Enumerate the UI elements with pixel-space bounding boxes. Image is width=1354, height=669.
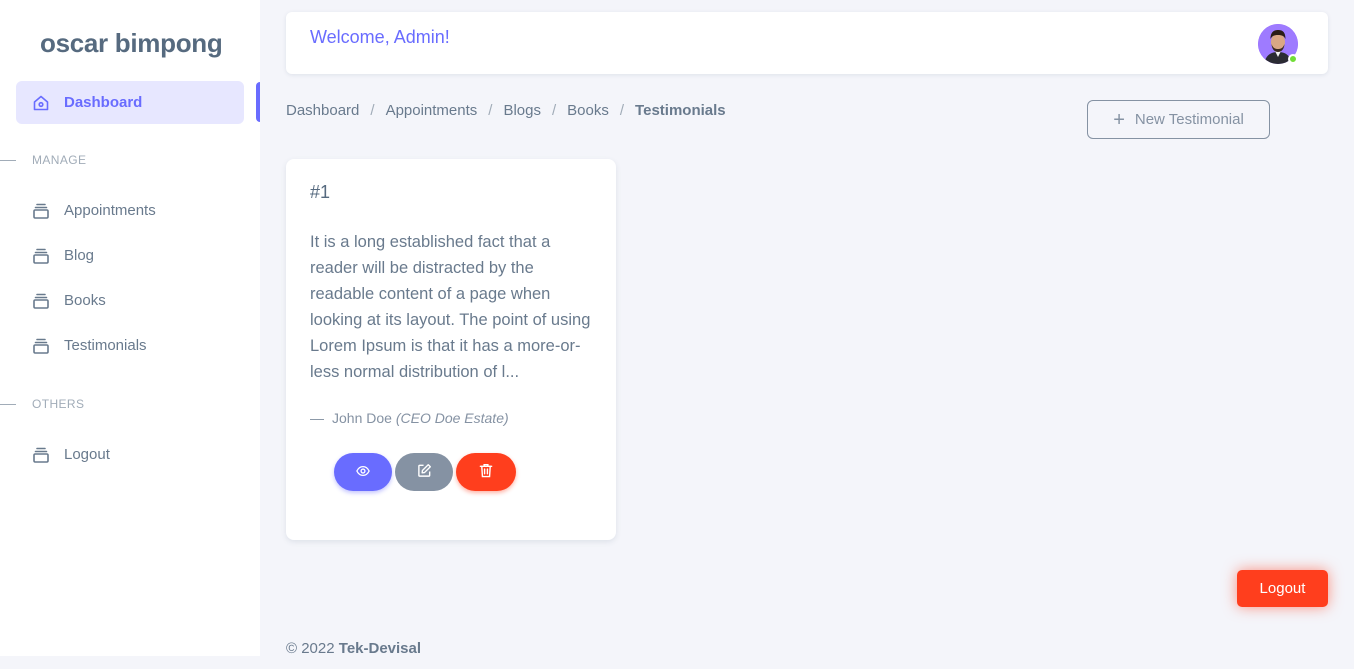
sidebar-item-label: Logout	[64, 446, 110, 463]
view-button[interactable]	[334, 453, 392, 491]
breadcrumb-dashboard[interactable]: Dashboard	[286, 102, 359, 119]
breadcrumb-testimonials: Testimonials	[635, 102, 726, 119]
testimonial-text: It is a long established fact that a rea…	[310, 233, 591, 381]
card-actions	[334, 453, 516, 491]
breadcrumb-blogs[interactable]: Blogs	[503, 102, 541, 119]
section-header-manage: MANAGE	[0, 152, 260, 168]
testimonial-author: — John Doe (CEO Doe Estate)	[310, 410, 509, 426]
footer-copyright: © 2022	[286, 640, 335, 657]
sidebar-item-appointments[interactable]: Appointments	[16, 189, 244, 232]
sidebar-item-label: Blog	[64, 247, 95, 264]
breadcrumb-separator: /	[619, 102, 625, 119]
author-role: (CEO Doe Estate)	[395, 410, 509, 426]
new-testimonial-button[interactable]: + New Testimonial	[1087, 100, 1270, 139]
breadcrumb-separator: /	[488, 102, 493, 119]
edit-button[interactable]	[395, 453, 453, 491]
collection-icon	[32, 292, 50, 310]
author-name: John Doe	[332, 410, 392, 426]
collection-icon	[32, 337, 50, 355]
home-icon	[32, 94, 50, 112]
sidebar-item-label: Testimonials	[64, 337, 147, 354]
brand-name[interactable]: oscar bimpong	[40, 28, 223, 59]
trash-icon	[479, 463, 493, 481]
footer: © 2022 Tek-Devisal	[286, 640, 421, 657]
collection-icon	[32, 202, 50, 220]
sidebar-item-label: Appointments	[64, 202, 156, 219]
breadcrumb: Dashboard / Appointments / Blogs / Books…	[286, 102, 726, 119]
collection-icon	[32, 247, 50, 265]
breadcrumb-books[interactable]: Books	[567, 102, 609, 119]
footer-company[interactable]: Tek-Devisal	[339, 640, 421, 657]
avatar[interactable]	[1258, 24, 1298, 64]
new-testimonial-label: New Testimonial	[1134, 111, 1244, 128]
edit-icon	[417, 463, 432, 481]
sidebar-item-books[interactable]: Books	[16, 279, 244, 322]
testimonial-card: #1 It is a long established fact that a …	[286, 159, 616, 540]
sidebar-item-label: Dashboard	[64, 94, 143, 111]
top-navbar: Welcome, Admin!	[286, 12, 1328, 74]
breadcrumb-separator: /	[370, 102, 375, 119]
welcome-message: Welcome, Admin!	[310, 27, 450, 47]
breadcrumb-appointments[interactable]: Appointments	[386, 102, 478, 119]
plus-icon: +	[1113, 108, 1125, 131]
logout-button[interactable]: Logout	[1237, 570, 1328, 607]
sidebar-item-logout[interactable]: Logout	[16, 433, 244, 476]
sidebar-item-testimonials[interactable]: Testimonials	[16, 324, 244, 367]
section-header-others: OTHERS	[0, 396, 260, 412]
breadcrumb-separator: /	[552, 102, 557, 119]
active-indicator	[256, 82, 260, 122]
collection-icon	[32, 446, 50, 464]
sidebar-item-label: Books	[64, 292, 106, 309]
delete-button[interactable]	[456, 453, 516, 491]
sidebar-item-dashboard[interactable]: Dashboard	[16, 81, 244, 124]
testimonial-number: #1	[310, 182, 331, 202]
online-status-dot	[1288, 54, 1298, 64]
eye-icon	[356, 464, 370, 481]
sidebar-item-blog[interactable]: Blog	[16, 234, 244, 277]
author-dash: —	[310, 410, 324, 426]
sidebar: oscar bimpong Dashboard MANAGE Appointme…	[0, 0, 260, 656]
